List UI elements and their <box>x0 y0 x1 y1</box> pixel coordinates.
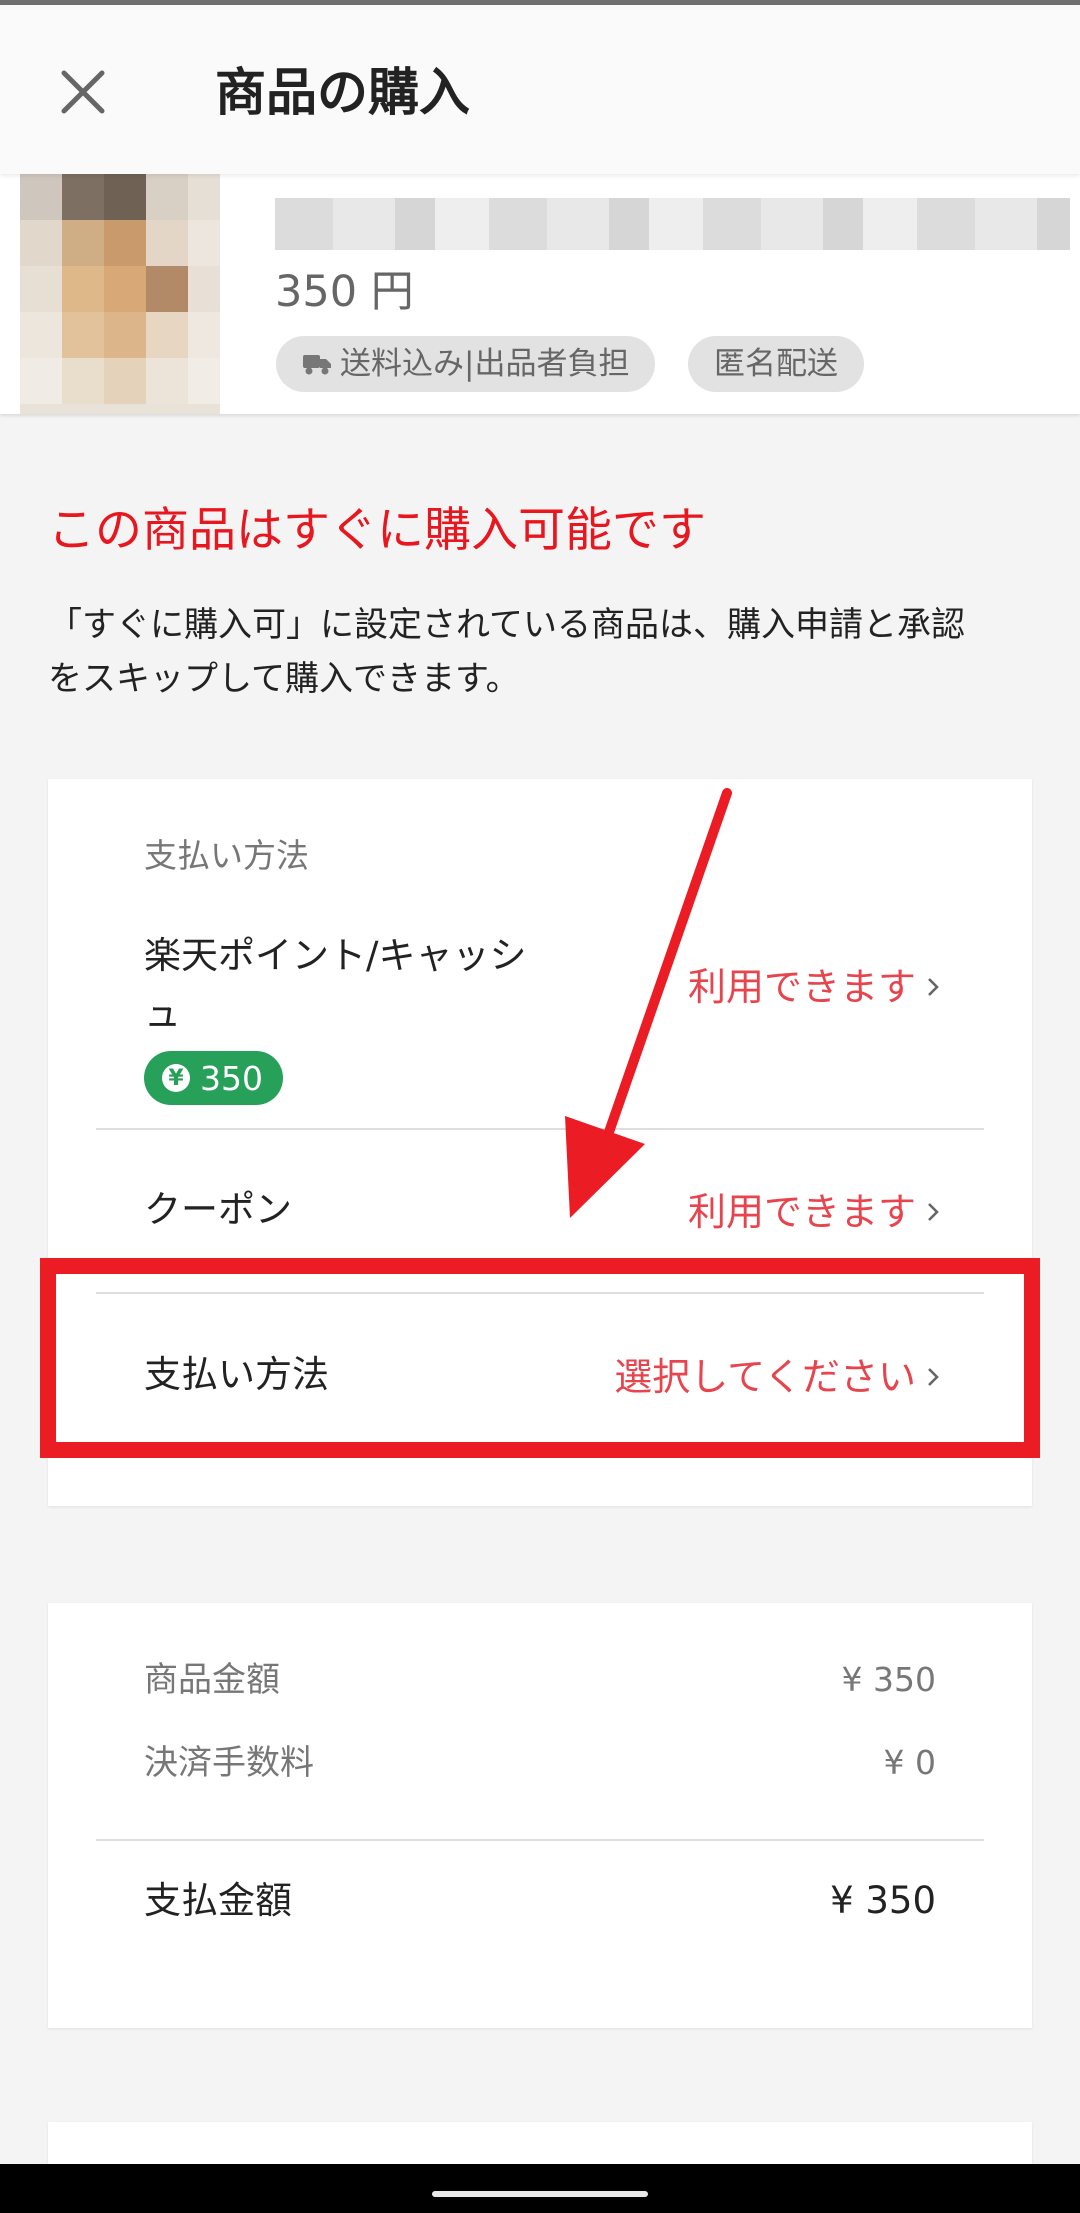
points-balance-badge: ¥ 350 <box>144 1051 283 1105</box>
chevron-right-icon <box>926 975 940 999</box>
divider <box>96 1839 984 1841</box>
instant-purchase-title: この商品はすぐに購入可能です <box>48 503 706 558</box>
close-button[interactable] <box>48 57 118 127</box>
product-price: 350 円 <box>275 267 414 317</box>
description-line-1: 「すぐに購入可」に設定されている商品は、購入申請と承認 <box>48 605 965 645</box>
fee-label: 決済手数料 <box>144 1743 314 1783</box>
anonymous-shipping-tag: 匿名配送 <box>688 336 864 392</box>
product-summary[interactable]: 350 円 送料込み|出品者負担 匿名配送 <box>0 174 1080 414</box>
home-indicator[interactable] <box>432 2191 648 2197</box>
divider <box>96 1292 984 1294</box>
description-line-2: をスキップして購入できます。 <box>48 659 520 699</box>
payment-method-label: 支払い方法 <box>144 1353 329 1396</box>
chevron-right-icon <box>926 1365 940 1389</box>
total-value: ¥ 350 <box>830 1879 936 1922</box>
points-status-text: 利用できます <box>687 965 916 1009</box>
total-label: 支払金額 <box>144 1879 292 1922</box>
points-label-line-1: 楽天ポイント/キャッシ <box>144 934 527 977</box>
payment-method-status-text: 選択してください <box>614 1355 916 1399</box>
payment-section-label: 支払い方法 <box>144 836 309 875</box>
points-status-link[interactable]: 利用できます <box>688 958 940 1016</box>
chevron-right-icon <box>926 1200 940 1224</box>
close-icon <box>61 70 105 114</box>
truck-icon <box>302 352 332 376</box>
instant-purchase-description: 「すぐに購入可」に設定されている商品は、購入申請と承認 をスキップして購入できま… <box>48 598 1048 706</box>
fee-value: ¥ 0 <box>883 1743 936 1782</box>
product-thumbnail <box>20 174 220 414</box>
item-price-value: ¥ 350 <box>841 1660 936 1699</box>
shipping-tag: 送料込み|出品者負担 <box>276 336 656 392</box>
price-summary-card: 商品金額 ¥ 350 決済手数料 ¥ 0 支払金額 ¥ 350 <box>48 1603 1032 2028</box>
system-nav-bar <box>0 2164 1080 2213</box>
product-name-redacted <box>275 198 1070 250</box>
shipping-tag-label: 送料込み|出品者負担 <box>340 346 630 382</box>
payment-card: 支払い方法 楽天ポイント/キャッシ ュ ¥ 350 利用できます クーポン 利用… <box>48 779 1032 1506</box>
app-header: 商品の購入 <box>0 5 1080 174</box>
coupon-status-text: 利用できます <box>687 1190 916 1234</box>
points-label-line-2: ュ <box>144 992 181 1035</box>
coupon-status-link[interactable]: 利用できます <box>688 1183 940 1241</box>
payment-method-select-link[interactable]: 選択してください <box>614 1348 940 1406</box>
divider <box>96 1128 984 1130</box>
page-title: 商品の購入 <box>215 64 471 123</box>
yen-icon: ¥ <box>162 1064 190 1092</box>
item-price-label: 商品金額 <box>144 1660 280 1700</box>
points-balance-value: 350 <box>200 1058 263 1098</box>
coupon-label: クーポン <box>144 1188 292 1231</box>
